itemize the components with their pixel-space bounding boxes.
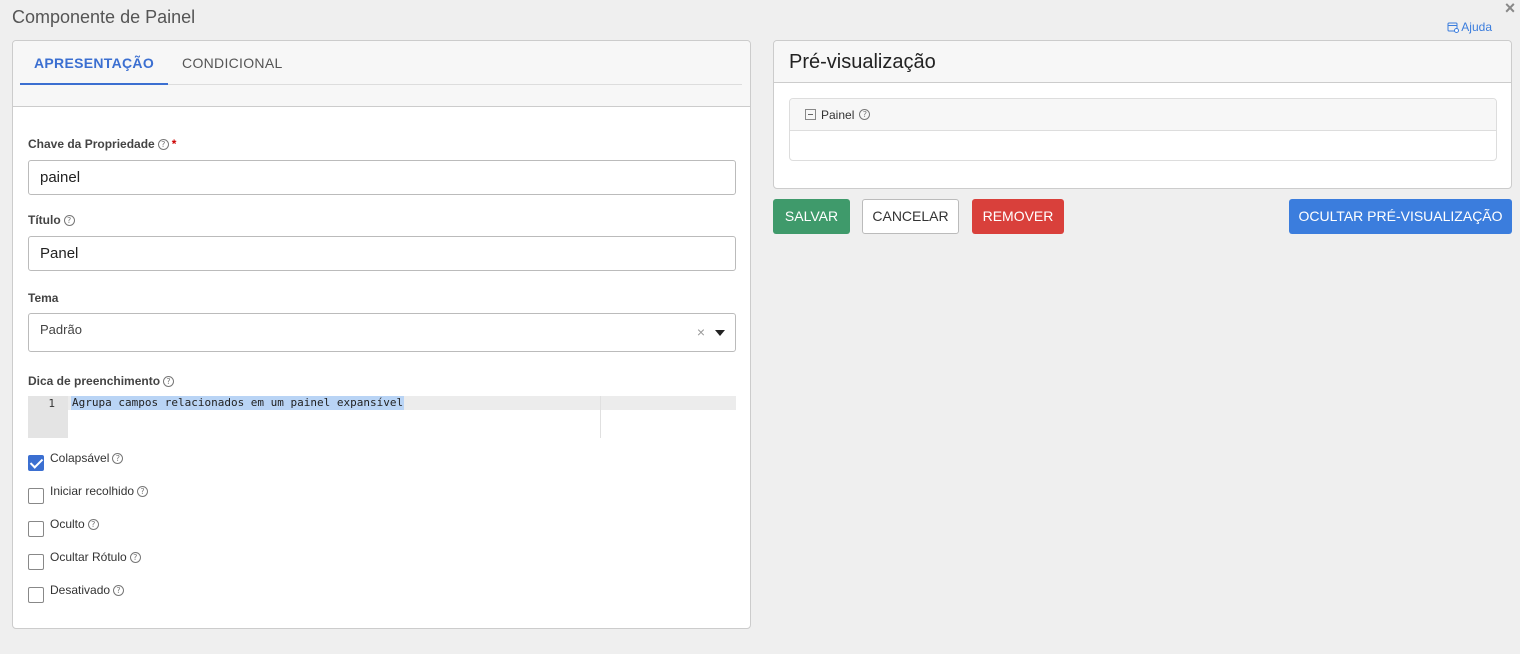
checkbox-label: Iniciar recolhido ? — [50, 484, 149, 498]
checkbox-label-text: Iniciar recolhido — [50, 484, 135, 498]
checkbox-label: Colapsável ? — [50, 451, 124, 465]
question-circle-icon[interactable]: ? — [157, 138, 169, 150]
checkbox-hidden[interactable]: Oculto ? — [28, 517, 99, 537]
tab-apresentacao[interactable]: APRESENTAÇÃO — [20, 41, 169, 85]
question-circle-icon[interactable]: ? — [129, 551, 141, 563]
question-circle-icon[interactable]: ? — [163, 375, 175, 387]
checkbox-start-collapsed[interactable]: Iniciar recolhido ? — [28, 484, 149, 504]
theme-label-text: Tema — [28, 291, 59, 305]
help-link[interactable]: Ajuda — [1447, 20, 1492, 34]
checkbox[interactable] — [28, 455, 44, 471]
tooltip-field-label: Dica de preenchimento ? — [28, 374, 175, 388]
help-icon — [1447, 22, 1460, 33]
key-label-text: Chave da Propriedade — [28, 137, 155, 151]
preview-panel: Painel ? — [789, 98, 1497, 161]
tooltip-label-text: Dica de preenchimento — [28, 374, 161, 388]
chevron-down-icon[interactable] — [715, 330, 725, 336]
checkbox[interactable] — [28, 554, 44, 570]
remove-button[interactable]: REMOVER — [972, 199, 1064, 234]
checkbox-label-text: Colapsável — [50, 451, 110, 465]
cancel-button[interactable]: CANCELAR — [862, 199, 959, 234]
tooltip-code-editor[interactable]: 1 Agrupa campos relacionados em um paine… — [28, 396, 736, 438]
tab-list: APRESENTAÇÃO CONDICIONAL — [20, 41, 742, 85]
required-mark: * — [171, 137, 177, 151]
close-icon[interactable]: × — [1502, 0, 1518, 19]
preview-panel-header[interactable]: Painel ? — [790, 99, 1496, 131]
checkbox[interactable] — [28, 521, 44, 537]
checkbox-disabled[interactable]: Desativado ? — [28, 583, 125, 603]
preview-panel-label: Painel — [821, 107, 855, 122]
checkbox[interactable] — [28, 488, 44, 504]
help-link-label: Ajuda — [1461, 20, 1492, 34]
checkbox-collapsible[interactable]: Colapsável ? — [28, 451, 124, 471]
line-number: 1 — [48, 397, 55, 410]
question-circle-icon[interactable]: ? — [137, 485, 149, 497]
theme-select[interactable]: Padrão × — [28, 313, 736, 352]
editor-text[interactable]: Agrupa campos relacionados em um painel … — [71, 396, 405, 410]
settings-card: APRESENTAÇÃO CONDICIONAL Chave da Propri… — [12, 40, 751, 629]
key-field-label: Chave da Propriedade ? * — [28, 137, 176, 151]
question-circle-icon[interactable]: ? — [113, 584, 125, 596]
title-label-text: Título — [28, 213, 61, 227]
checkbox-label: Desativado ? — [50, 583, 125, 597]
tabs-bar: APRESENTAÇÃO CONDICIONAL — [13, 41, 750, 107]
hide-preview-button[interactable]: OCULTAR PRÉ-VISUALIZAÇÃO — [1289, 199, 1512, 234]
editor-gutter: 1 — [28, 396, 68, 438]
preview-title: Pré-visualização — [774, 41, 1511, 83]
checkbox-label-text: Oculto — [50, 517, 85, 531]
checkbox-label: Oculto ? — [50, 517, 99, 531]
title-field-label: Título ? — [28, 213, 75, 227]
save-button[interactable]: SALVAR — [773, 199, 850, 234]
modal-title: Componente de Painel — [12, 7, 196, 27]
checkbox-label: Ocultar Rótulo ? — [50, 550, 141, 564]
theme-selected-value: Padrão — [40, 322, 82, 337]
checkbox-hide-label[interactable]: Ocultar Rótulo ? — [28, 550, 141, 570]
question-circle-icon[interactable]: ? — [63, 214, 75, 226]
theme-field-label: Tema — [28, 291, 58, 305]
key-input[interactable] — [28, 160, 736, 195]
checkbox-label-text: Desativado — [50, 583, 111, 597]
checkbox-label-text: Ocultar Rótulo — [50, 550, 127, 564]
tab-condicional[interactable]: CONDICIONAL — [168, 41, 297, 84]
print-margin — [600, 396, 601, 438]
clear-icon[interactable]: × — [697, 324, 705, 340]
title-input[interactable] — [28, 236, 736, 271]
checkbox[interactable] — [28, 587, 44, 603]
question-circle-icon[interactable]: ? — [859, 109, 871, 120]
question-circle-icon[interactable]: ? — [112, 452, 124, 464]
question-circle-icon[interactable]: ? — [87, 518, 99, 530]
collapse-icon[interactable] — [805, 109, 816, 120]
preview-card: Pré-visualização Painel ? — [773, 40, 1512, 189]
